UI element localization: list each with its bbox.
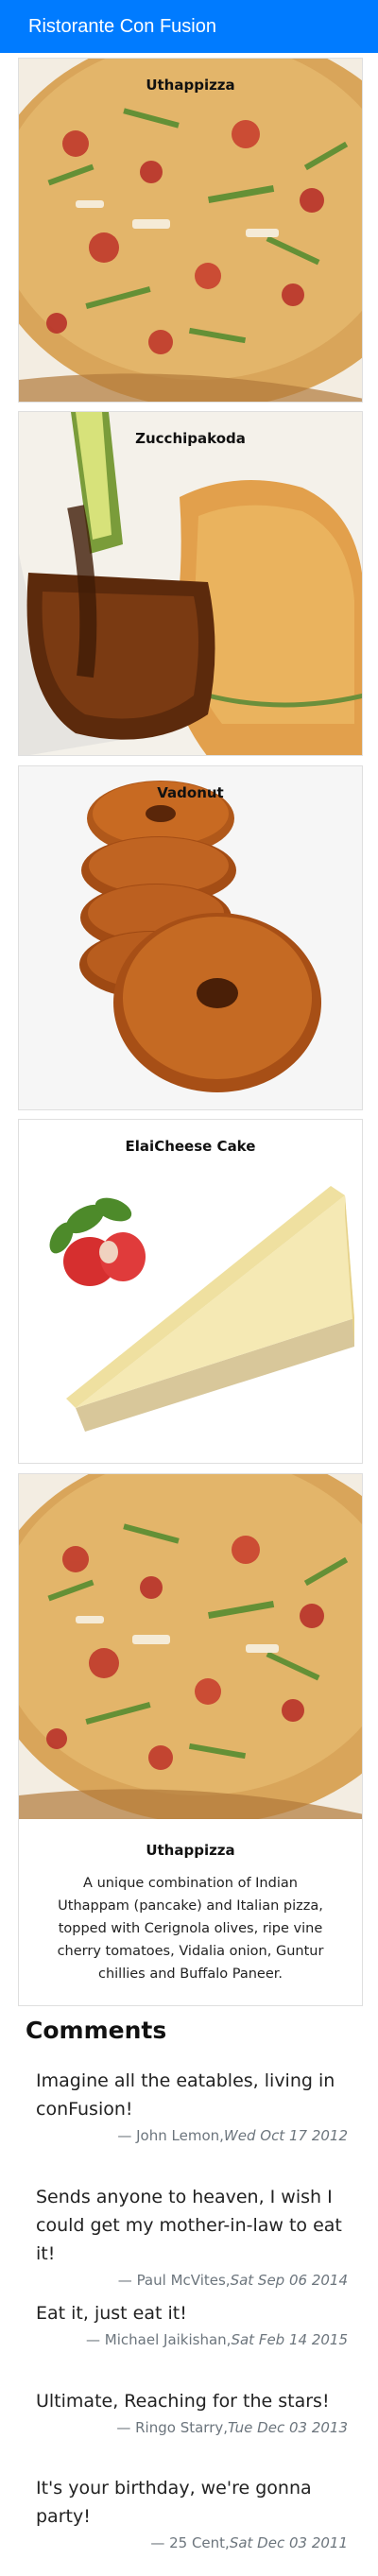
dish-image-elaicheese-cake <box>19 1120 362 1463</box>
dish-image-vadonut <box>19 766 362 1109</box>
comment-date: Tue Dec 03 2013 <box>228 2419 348 2436</box>
comment-text: Ultimate, Reaching for the stars! <box>36 2391 330 2412</box>
comment-meta: — Ringo Starry,Tue Dec 03 2013 <box>36 2419 348 2436</box>
dish-card-elaicheese-cake[interactable]: ElaiCheese Cake <box>18 1119 363 1464</box>
comment-author: — Michael Jaikishan, <box>86 2331 232 2348</box>
comment-text: Imagine all the eatables, living in conF… <box>36 2070 335 2120</box>
dish-detail-body: A unique combination of Indian Uthappam … <box>19 1872 362 1985</box>
dish-card-zucchipakoda[interactable]: Zucchipakoda <box>18 411 363 756</box>
dish-card-vadonut[interactable]: Vadonut <box>18 765 363 1110</box>
dish-name: Uthappizza <box>146 77 235 94</box>
dish-name: Vadonut <box>157 784 224 801</box>
comment-date: Sat Dec 03 2011 <box>229 2534 348 2551</box>
comment-item: Sends anyone to heaven, I wish I could g… <box>36 2183 348 2289</box>
comment-date: Wed Oct 17 2012 <box>223 2127 348 2144</box>
dish-detail-card: Uthappizza A unique combination of India… <box>18 1473 363 2006</box>
comment-meta: — Paul McVites,Sat Sep 06 2014 <box>36 2272 348 2289</box>
comment-author: — Paul McVites, <box>117 2272 231 2289</box>
dish-image-uthappizza <box>19 59 362 402</box>
comment-item: Eat it, just eat it! — Michael Jaikishan… <box>36 2299 348 2348</box>
comment-author: — John Lemon, <box>117 2127 224 2144</box>
comment-meta: — Michael Jaikishan,Sat Feb 14 2015 <box>36 2331 348 2348</box>
dish-detail-image <box>19 1474 362 1819</box>
comment-meta: — John Lemon,Wed Oct 17 2012 <box>36 2127 348 2144</box>
navbar: Ristorante Con Fusion <box>0 0 378 53</box>
dish-name: Zucchipakoda <box>135 430 246 447</box>
comment-text: It's your birthday, we're gonna party! <box>36 2478 312 2527</box>
comments-heading: Comments <box>26 2017 167 2044</box>
comment-item: Ultimate, Reaching for the stars! — Ring… <box>36 2387 348 2436</box>
comment-date: Sat Sep 06 2014 <box>230 2272 348 2289</box>
comment-meta: — 25 Cent,Sat Dec 03 2011 <box>36 2534 348 2551</box>
comment-item: Imagine all the eatables, living in conF… <box>36 2067 348 2144</box>
dish-image-zucchipakoda <box>19 412 362 755</box>
dish-card-uthappizza[interactable]: Uthappizza <box>18 58 363 403</box>
dish-detail-name: Uthappizza <box>146 1842 235 1859</box>
dish-name: ElaiCheese Cake <box>125 1138 256 1155</box>
dish-detail-description: A unique combination of Indian Uthappam … <box>57 1876 324 1982</box>
comment-text: Sends anyone to heaven, I wish I could g… <box>36 2187 342 2264</box>
comment-date: Sat Feb 14 2015 <box>231 2331 348 2348</box>
comment-item: It's your birthday, we're gonna party! —… <box>36 2474 348 2551</box>
navbar-brand[interactable]: Ristorante Con Fusion <box>28 16 216 38</box>
comment-author: — 25 Cent, <box>150 2534 230 2551</box>
comment-text: Eat it, just eat it! <box>36 2303 187 2324</box>
comment-author: — Ringo Starry, <box>116 2419 229 2436</box>
